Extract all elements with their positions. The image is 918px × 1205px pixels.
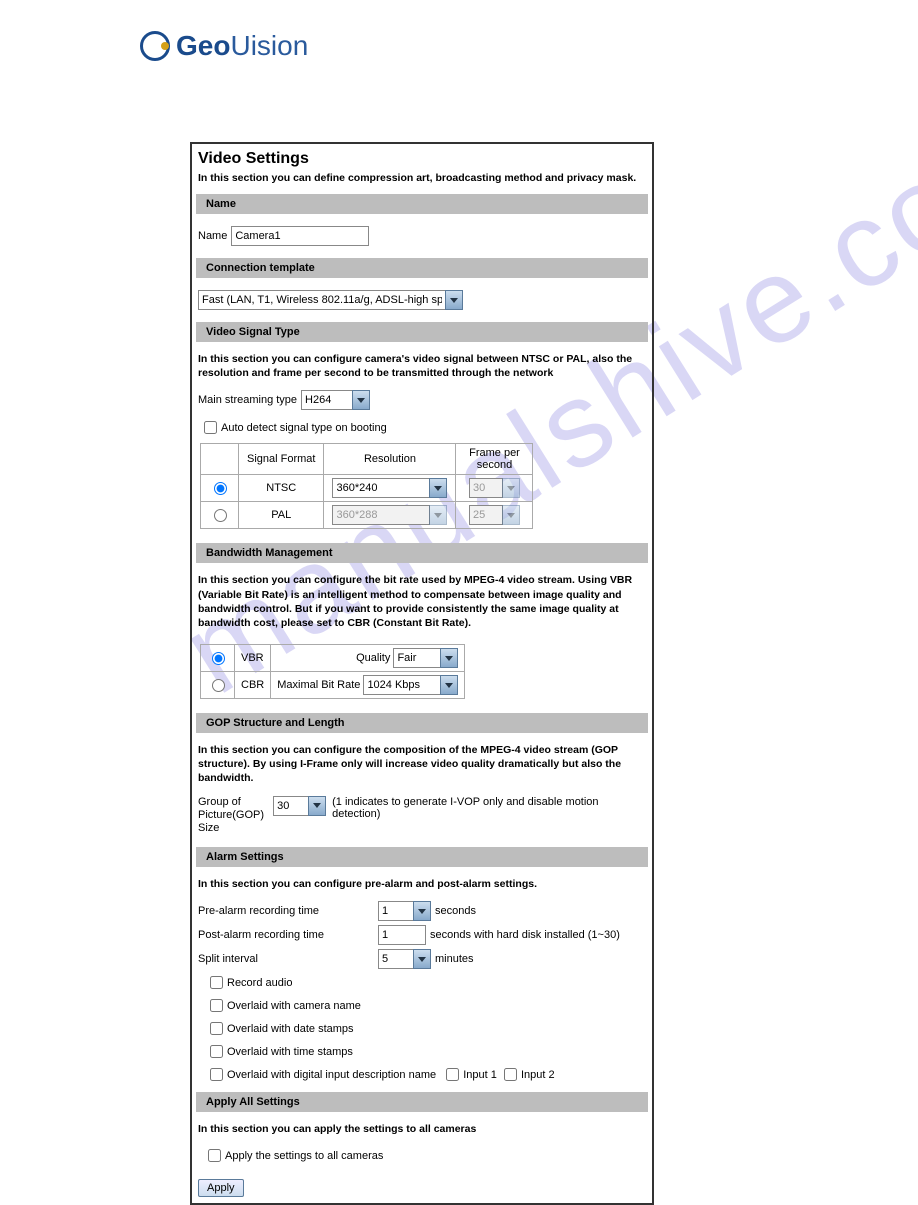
ntsc-label: NTSC bbox=[239, 475, 324, 502]
record-audio-label: Record audio bbox=[227, 977, 292, 989]
signal-desc: In this section you can configure camera… bbox=[192, 352, 652, 388]
cbr-label: CBR bbox=[235, 672, 271, 699]
name-label: Name bbox=[198, 230, 227, 242]
page-title: Video Settings bbox=[192, 144, 652, 172]
overlay-digital-checkbox[interactable] bbox=[210, 1068, 223, 1081]
section-gop-header: GOP Structure and Length bbox=[196, 713, 648, 733]
chevron-down-icon bbox=[502, 478, 520, 498]
settings-panel: Video Settings In this section you can d… bbox=[190, 142, 654, 1205]
section-conn-header: Connection template bbox=[196, 258, 648, 278]
overlay-time-label: Overlaid with time stamps bbox=[227, 1046, 353, 1058]
bw-table: VBR Quality CBR Maximal Bit Rate bbox=[200, 644, 465, 699]
logo-icon bbox=[140, 31, 170, 61]
input1-checkbox[interactable] bbox=[446, 1068, 459, 1081]
bw-desc: In this section you can configure the bi… bbox=[192, 573, 652, 638]
apply-button[interactable]: Apply bbox=[198, 1179, 244, 1197]
col-format: Signal Format bbox=[239, 444, 324, 475]
table-row: PAL bbox=[201, 502, 533, 529]
chevron-down-icon bbox=[429, 505, 447, 525]
overlay-date-checkbox[interactable] bbox=[210, 1022, 223, 1035]
apply-all-label: Apply the settings to all cameras bbox=[225, 1150, 383, 1162]
signal-table: Signal Format Resolution Frame per secon… bbox=[200, 443, 533, 529]
input2-checkbox[interactable] bbox=[504, 1068, 517, 1081]
chevron-down-icon bbox=[502, 505, 520, 525]
overlay-digital-label: Overlaid with digital input description … bbox=[227, 1069, 436, 1081]
chevron-down-icon[interactable] bbox=[445, 290, 463, 310]
chevron-down-icon[interactable] bbox=[440, 675, 458, 695]
post-alarm-input[interactable] bbox=[378, 925, 426, 945]
split-label: Split interval bbox=[198, 953, 378, 965]
overlay-camname-checkbox[interactable] bbox=[210, 999, 223, 1012]
record-audio-checkbox[interactable] bbox=[210, 976, 223, 989]
chevron-down-icon[interactable] bbox=[352, 390, 370, 410]
gop-note: (1 indicates to generate I-VOP only and … bbox=[332, 796, 646, 820]
section-name-header: Name bbox=[196, 194, 648, 214]
pal-res-select bbox=[332, 505, 430, 525]
conn-template-select[interactable] bbox=[198, 290, 446, 310]
overlay-time-checkbox[interactable] bbox=[210, 1045, 223, 1058]
chevron-down-icon[interactable] bbox=[429, 478, 447, 498]
pal-fps-select bbox=[469, 505, 503, 525]
split-select[interactable] bbox=[378, 949, 414, 969]
section-apply-header: Apply All Settings bbox=[196, 1092, 648, 1112]
table-row: NTSC bbox=[201, 475, 533, 502]
pre-alarm-unit: seconds bbox=[435, 905, 476, 917]
ntsc-res-select[interactable] bbox=[332, 478, 430, 498]
gop-select[interactable] bbox=[273, 796, 309, 816]
split-unit: minutes bbox=[435, 953, 474, 965]
ntsc-radio[interactable] bbox=[214, 482, 227, 495]
quality-label: Quality bbox=[356, 652, 390, 664]
alarm-desc: In this section you can configure pre-al… bbox=[192, 877, 652, 899]
brand-logo: GeoUision bbox=[140, 30, 780, 62]
cbr-radio[interactable] bbox=[212, 679, 225, 692]
chevron-down-icon[interactable] bbox=[413, 901, 431, 921]
col-resolution: Resolution bbox=[324, 444, 456, 475]
section-alarm-header: Alarm Settings bbox=[196, 847, 648, 867]
vbr-radio[interactable] bbox=[212, 652, 225, 665]
overlay-camname-label: Overlaid with camera name bbox=[227, 1000, 361, 1012]
chevron-down-icon[interactable] bbox=[440, 648, 458, 668]
overlay-date-label: Overlaid with date stamps bbox=[227, 1023, 354, 1035]
auto-detect-checkbox[interactable] bbox=[204, 421, 217, 434]
input2-label: Input 2 bbox=[521, 1069, 555, 1081]
bitrate-label: Maximal Bit Rate bbox=[277, 679, 360, 691]
quality-select[interactable] bbox=[393, 648, 441, 668]
apply-desc: In this section you can apply the settin… bbox=[192, 1122, 652, 1144]
pal-label: PAL bbox=[239, 502, 324, 529]
input1-label: Input 1 bbox=[463, 1069, 497, 1081]
post-alarm-unit: seconds with hard disk installed (1~30) bbox=[430, 929, 620, 941]
bitrate-select[interactable] bbox=[363, 675, 441, 695]
chevron-down-icon[interactable] bbox=[413, 949, 431, 969]
pal-radio[interactable] bbox=[214, 509, 227, 522]
gop-desc: In this section you can configure the co… bbox=[192, 743, 652, 794]
chevron-down-icon[interactable] bbox=[308, 796, 326, 816]
auto-detect-label: Auto detect signal type on booting bbox=[221, 422, 387, 434]
ntsc-fps-select bbox=[469, 478, 503, 498]
vbr-label: VBR bbox=[235, 645, 271, 672]
apply-all-checkbox[interactable] bbox=[208, 1149, 221, 1162]
post-alarm-label: Post-alarm recording time bbox=[198, 929, 378, 941]
pre-alarm-label: Pre-alarm recording time bbox=[198, 905, 378, 917]
name-input[interactable] bbox=[231, 226, 369, 246]
page-subtitle: In this section you can define compressi… bbox=[192, 172, 652, 194]
gop-label: Group of Picture(GOP) Size bbox=[198, 796, 267, 836]
col-fps: Frame per second bbox=[456, 444, 533, 475]
section-signal-header: Video Signal Type bbox=[196, 322, 648, 342]
pre-alarm-select[interactable] bbox=[378, 901, 414, 921]
section-bw-header: Bandwidth Management bbox=[196, 543, 648, 563]
main-stream-select[interactable] bbox=[301, 390, 353, 410]
main-stream-label: Main streaming type bbox=[198, 394, 297, 406]
